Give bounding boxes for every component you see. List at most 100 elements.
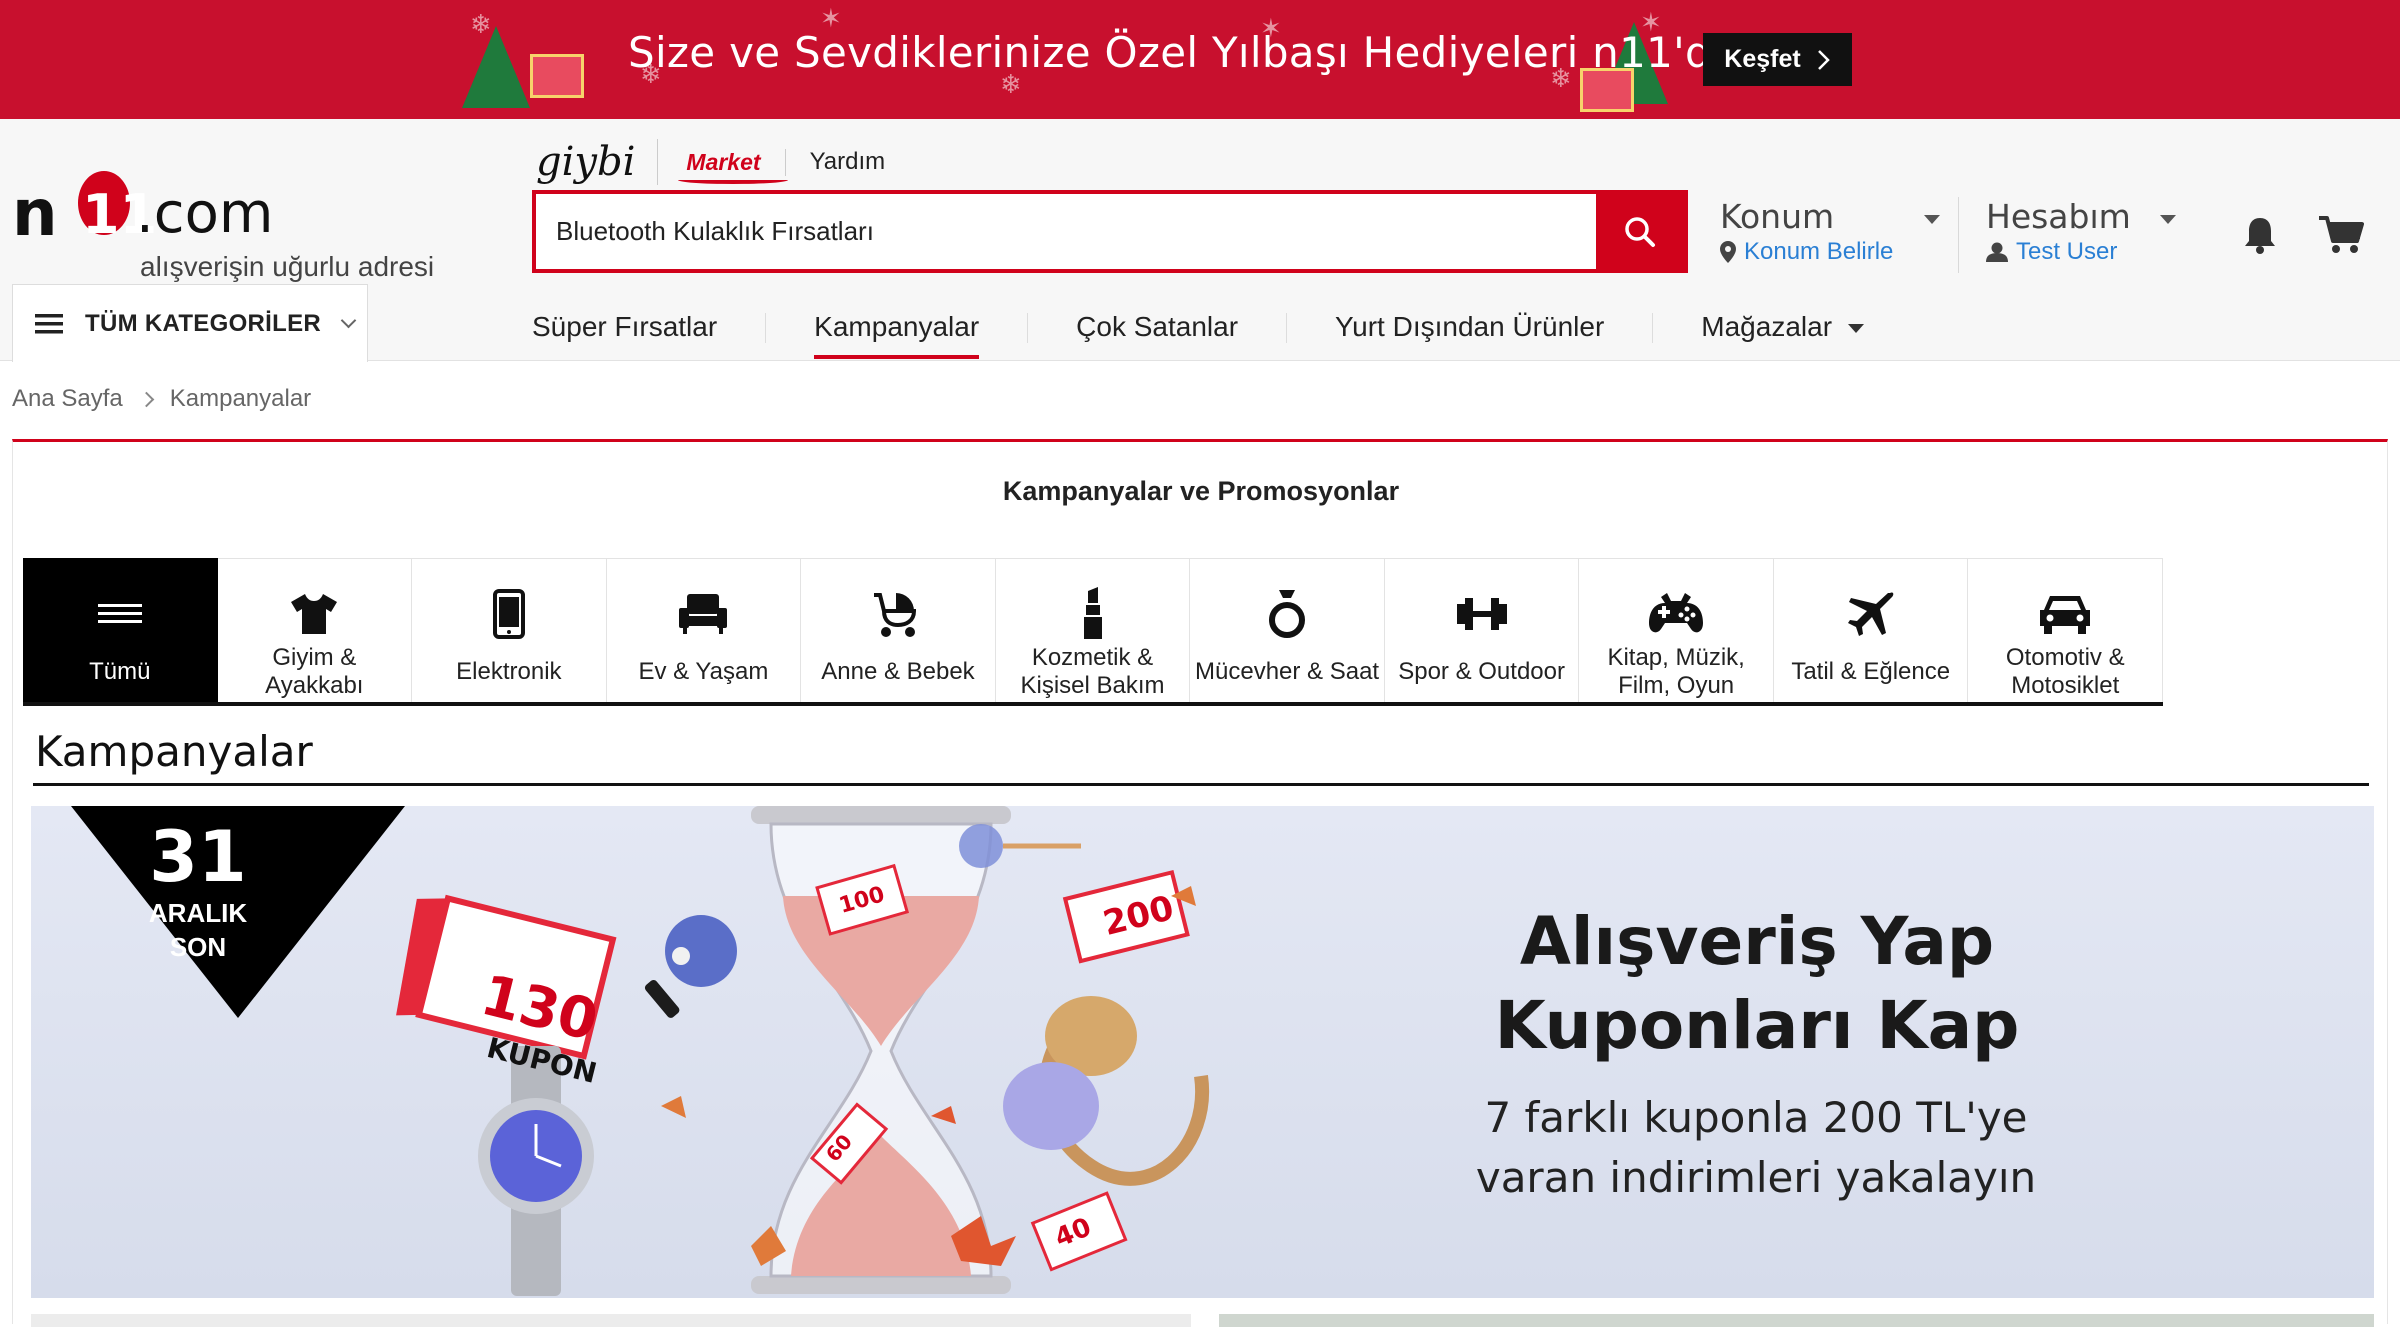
- category-tab-clothing[interactable]: Giyim & Ayakkabı: [217, 558, 413, 702]
- ring-icon: [1269, 590, 1306, 638]
- christmas-tree-icon: [462, 26, 530, 108]
- hamburger-menu-icon: [35, 313, 63, 333]
- category-label: Tatil & Eğlence: [1791, 658, 1951, 685]
- category-tab-books-music[interactable]: Kitap, Müzik, Film, Oyun: [1579, 558, 1774, 702]
- discover-button[interactable]: Keşfet: [1703, 33, 1852, 86]
- badge-end: SON: [169, 932, 227, 962]
- nav-overseas-products[interactable]: Yurt Dışından Ürünler: [1335, 299, 1604, 343]
- site-header: n 11 .com alışverişin uğurlu adresi giyb…: [0, 119, 2400, 362]
- category-label: Mücevher & Saat: [1195, 658, 1380, 685]
- menu-lines-icon: [97, 604, 142, 623]
- campaigns-content: Kampanyalar ve Promosyonlar Tümü Giyim &…: [12, 439, 2388, 1327]
- main-nav: Süper Fırsatlar Kampanyalar Çok Satanlar…: [532, 299, 1864, 359]
- nav-stores-label: Mağazalar: [1701, 311, 1833, 342]
- nav-best-sellers[interactable]: Çok Satanlar: [1076, 299, 1238, 343]
- banner-subline: 7 farklı kuponla 200 TL'ye varan indirim…: [1475, 1093, 2037, 1202]
- nav-separator: [765, 313, 767, 343]
- category-tab-sports[interactable]: Spor & Outdoor: [1384, 558, 1580, 702]
- giybi-link[interactable]: giybi: [536, 139, 659, 185]
- category-label: Kitap, Müzik, Film, Oyun: [1607, 644, 1745, 699]
- search-box: [532, 190, 1688, 273]
- page-title: Kampanyalar ve Promosyonlar: [1002, 476, 1400, 506]
- chevron-down-icon: [340, 312, 357, 329]
- category-tab-jewelry[interactable]: Mücevher & Saat: [1190, 558, 1385, 702]
- category-tab-mother-baby[interactable]: Anne & Bebek: [801, 558, 996, 702]
- nav-campaigns[interactable]: Kampanyalar: [814, 299, 979, 359]
- gamepad-icon: [1649, 593, 1704, 633]
- category-label: Kozmetik & Kişisel Bakım: [1020, 644, 1165, 699]
- caret-down-icon: [2160, 215, 2176, 224]
- nav-stores[interactable]: Mağazalar: [1701, 299, 1864, 343]
- breadcrumb-home[interactable]: Ana Sayfa: [12, 385, 123, 413]
- category-label: Tümü: [89, 658, 151, 685]
- badge-month: ARALIK: [148, 898, 248, 928]
- bell-icon[interactable]: [2240, 215, 2280, 255]
- stroller-icon: [873, 593, 916, 637]
- armchair-icon: [679, 594, 728, 634]
- category-tab-all[interactable]: Tümü: [23, 558, 218, 702]
- all-categories-label: TÜM KATEGORİLER: [85, 309, 322, 337]
- category-label: Anne & Bebek: [821, 658, 975, 685]
- nav-super-deals[interactable]: Süper Fırsatlar: [532, 299, 717, 343]
- phone-icon: [492, 589, 525, 639]
- campaign-card[interactable]: [1219, 1314, 2374, 1327]
- category-label: Elektronik: [456, 658, 562, 685]
- n11-logo[interactable]: n 11 .com alışverişin uğurlu adresi: [12, 147, 452, 282]
- campaign-cards-row: [31, 1314, 2374, 1327]
- nav-separator: [1652, 313, 1654, 343]
- category-label: Spor & Outdoor: [1398, 658, 1565, 685]
- map-pin-icon: [1720, 241, 1736, 263]
- promo-banner[interactable]: ❄ ❄ ✶ ❄ ✶ ❄ ✶ Size ve Sevdiklerinize Öze…: [0, 0, 2400, 119]
- user-icon: [1986, 242, 2008, 262]
- account-title: Hesabım: [1986, 197, 2131, 236]
- caret-down-icon: [1924, 215, 1940, 224]
- category-label: Ev & Yaşam: [638, 658, 769, 685]
- section-title: Kampanyalar: [35, 727, 313, 776]
- chevron-right-icon: [138, 391, 155, 407]
- category-tab-electronics[interactable]: Elektronik: [412, 558, 607, 702]
- nav-separator: [1027, 313, 1029, 343]
- campaign-banner[interactable]: 31 ARALIK SON 130 KUPON 200 100 60 40 Al…: [31, 806, 2374, 1298]
- location-title: Konum: [1720, 197, 1835, 236]
- chevron-right-icon: [1817, 49, 1830, 70]
- lipstick-icon: [1083, 587, 1102, 639]
- breadcrumb: Ana Sayfa Kampanyalar: [12, 385, 311, 413]
- airplane-icon: [1847, 592, 1894, 636]
- nav-separator: [1286, 313, 1288, 343]
- car-icon: [2040, 596, 2091, 634]
- section-divider: [33, 783, 2369, 786]
- account-username[interactable]: Test User: [2016, 238, 2117, 266]
- promo-text: Size ve Sevdiklerinize Özel Yılbaşı Hedi…: [628, 28, 1739, 77]
- location-selector[interactable]: Konum Konum Belirle: [1720, 197, 1952, 273]
- category-tab-cosmetics[interactable]: Kozmetik & Kişisel Bakım: [995, 558, 1191, 702]
- help-link[interactable]: Yardım: [810, 148, 886, 176]
- cart-icon[interactable]: [2318, 215, 2364, 255]
- breadcrumb-current: Kampanyalar: [169, 385, 312, 412]
- gift-icon: [530, 54, 584, 98]
- search-button[interactable]: [1596, 194, 1684, 269]
- search-icon: [1625, 216, 1655, 247]
- discover-button-label: Keşfet: [1724, 45, 1801, 73]
- caret-down-icon: [1847, 324, 1864, 334]
- quick-links: giybi Market Yardım: [536, 137, 885, 187]
- market-link[interactable]: Market: [678, 148, 789, 184]
- category-tab-automotive[interactable]: Otomotiv & Motosiklet: [1968, 558, 2164, 702]
- search-input[interactable]: [536, 194, 1600, 269]
- logo-n: n: [12, 177, 58, 251]
- category-tab-travel[interactable]: Tatil & Eğlence: [1773, 558, 1969, 702]
- all-categories-button[interactable]: TÜM KATEGORİLER: [12, 284, 368, 362]
- swoosh-icon: [678, 176, 789, 184]
- market-link-label: Market: [686, 148, 761, 175]
- campaign-card[interactable]: [31, 1314, 1191, 1327]
- category-label: Otomotiv & Motosiklet: [2005, 644, 2125, 699]
- set-location-link[interactable]: Konum Belirle: [1744, 238, 1893, 266]
- account-menu[interactable]: Hesabım Test User: [1958, 197, 2188, 273]
- category-label: Giyim & Ayakkabı: [265, 644, 364, 699]
- logo-dotcom: .com: [136, 181, 274, 246]
- category-filter-bar: Tümü Giyim & Ayakkabı Elektronik Ev & Ya…: [23, 558, 2164, 706]
- banner-headline: Alışveriş Yap Kuponları Kap: [1494, 903, 2020, 1064]
- badge-day: 31: [149, 816, 247, 898]
- category-tab-home[interactable]: Ev & Yaşam: [606, 558, 802, 702]
- tshirt-icon: [291, 594, 338, 634]
- dumbbell-icon: [1456, 598, 1507, 630]
